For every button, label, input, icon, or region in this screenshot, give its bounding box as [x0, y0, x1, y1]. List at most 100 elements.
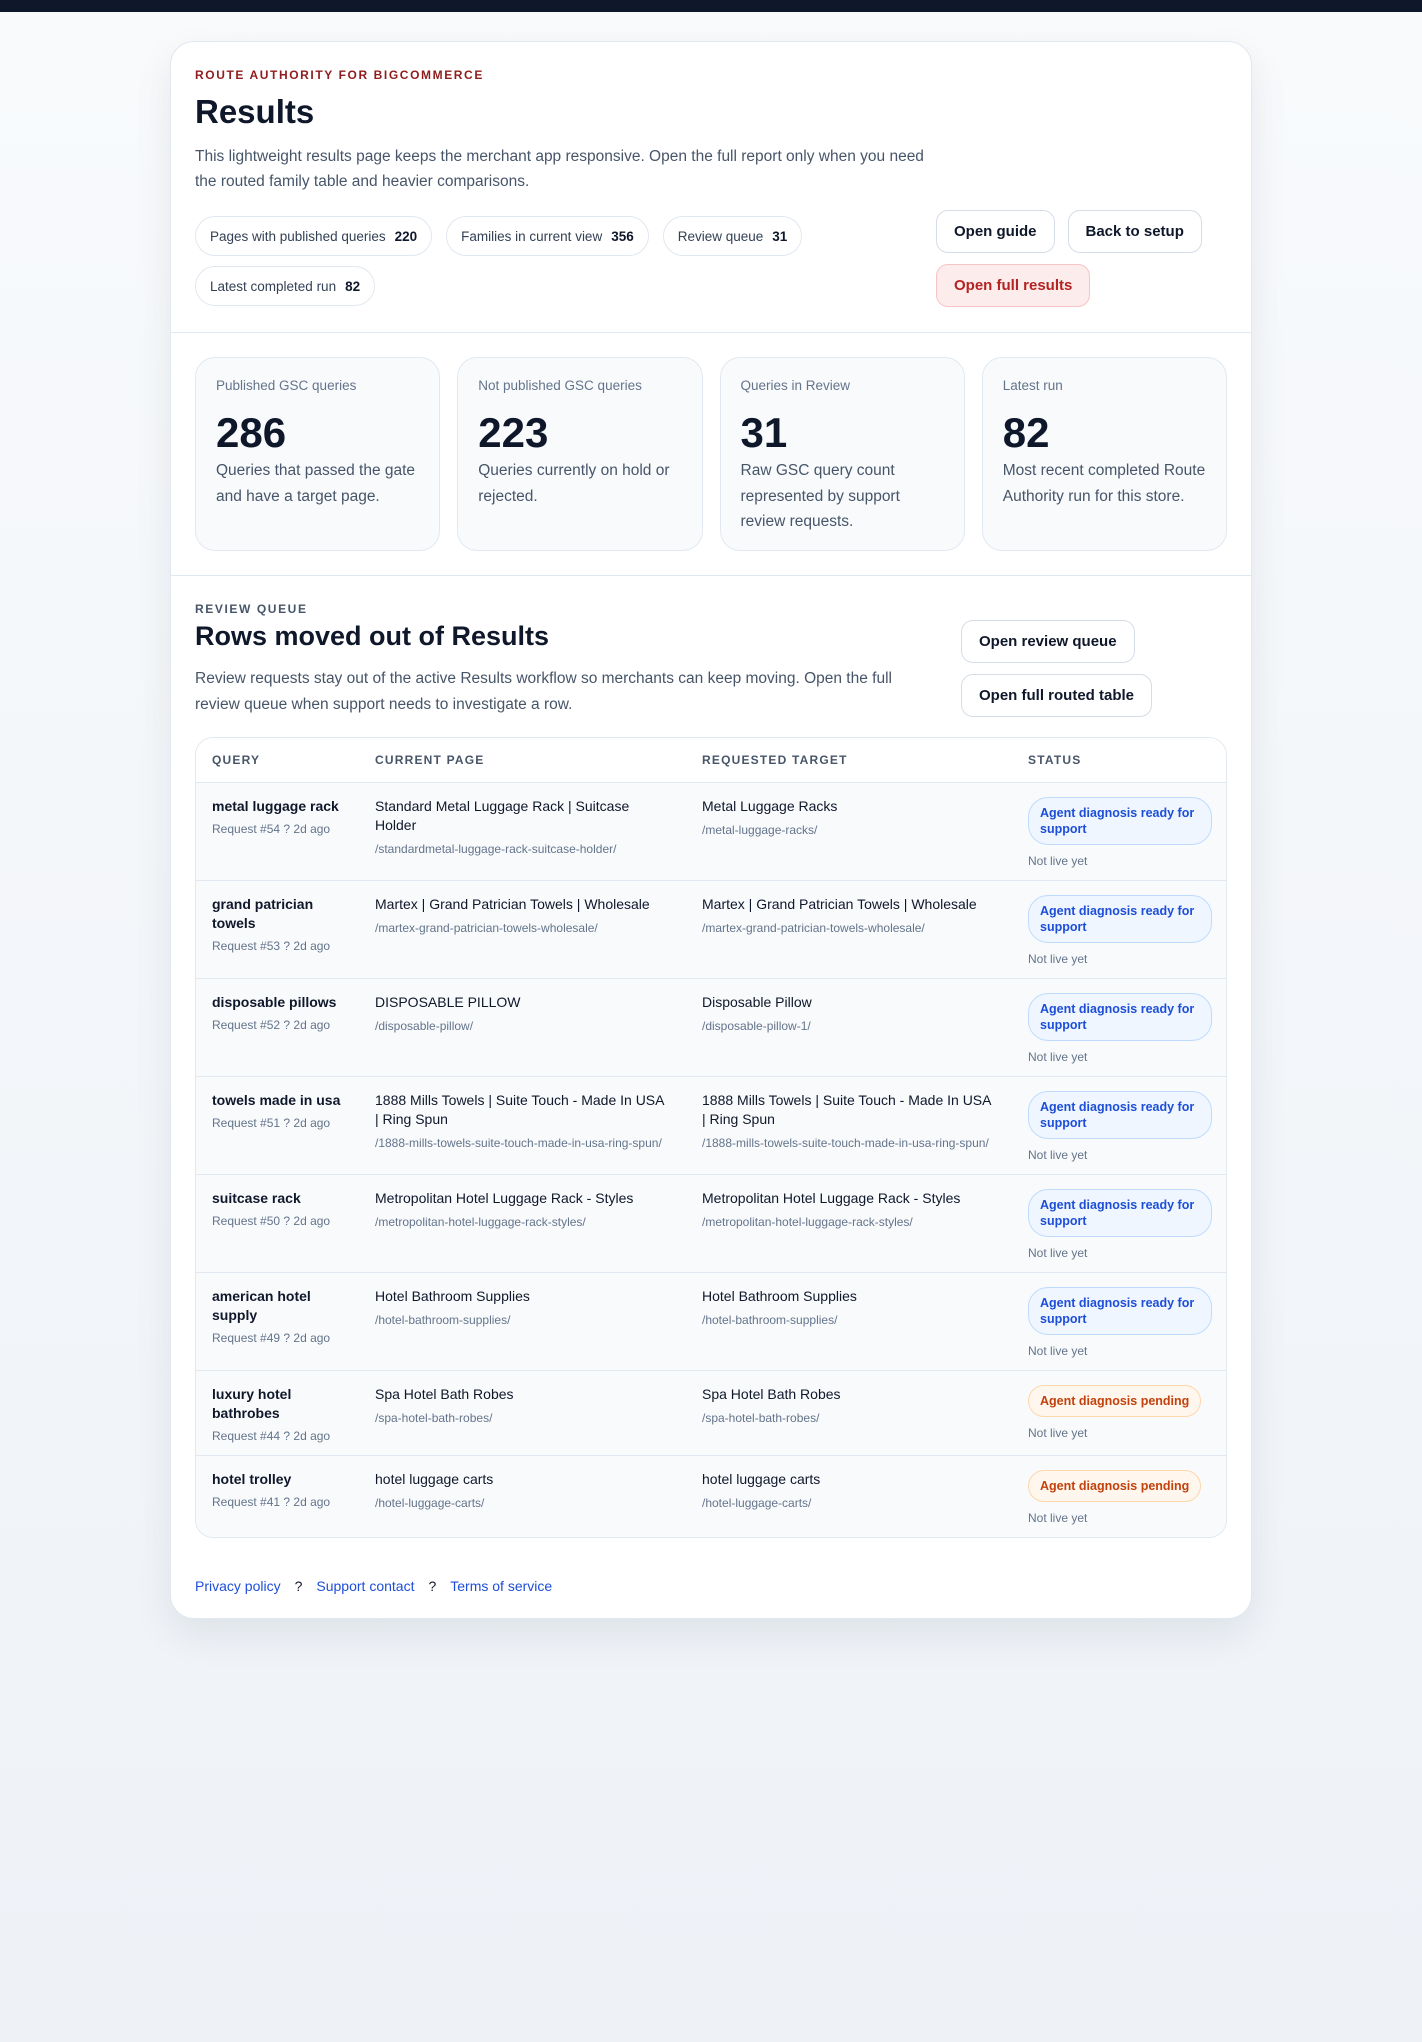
live-status: Not live yet	[1028, 1425, 1088, 1440]
stat-label: Queries in Review	[740, 378, 851, 393]
status-badge: Agent diagnosis pending	[1028, 1469, 1202, 1502]
query-text: grand patrician towels	[212, 895, 314, 931]
target-page-title: Martex | Grand Patrician Towels | Wholes…	[702, 895, 977, 912]
review-description: Review requests stay out of the active R…	[195, 670, 892, 713]
table-row[interactable]: grand patrician towels Request #53 ? 2d a…	[196, 880, 1226, 979]
current-page-title: Hotel Bathroom Supplies	[375, 1287, 530, 1304]
request-meta: Request #49 ? 2d ago	[212, 1330, 331, 1345]
query-text: suitcase rack	[212, 1189, 301, 1206]
target-page-title: Metropolitan Hotel Luggage Rack - Styles	[702, 1189, 961, 1206]
target-page-url: /martex-grand-patrician-towels-wholesale…	[702, 920, 925, 935]
query-text: american hotel supply	[212, 1287, 311, 1323]
target-page-url: /metropolitan-hotel-luggage-rack-styles/	[702, 1214, 913, 1229]
request-meta: Request #52 ? 2d ago	[212, 1017, 331, 1032]
table-row[interactable]: luxury hotel bathrobes Request #44 ? 2d a…	[196, 1370, 1226, 1456]
summary-chips: Pages with published queries 220 Familie…	[195, 216, 895, 306]
footer-links: Privacy policy ? Support contact ? Terms…	[171, 1562, 1251, 1618]
target-page-url: /hotel-bathroom-supplies/	[702, 1312, 838, 1327]
terms-of-service-link[interactable]: Terms of service	[450, 1578, 552, 1594]
chip-label: Latest completed run	[210, 278, 337, 294]
stats-row: Published GSC queries 286 Queries that p…	[171, 333, 1251, 576]
current-page-url: /hotel-luggage-carts/	[375, 1495, 485, 1510]
query-text: luxury hotel bathrobes	[212, 1385, 292, 1421]
live-status: Not live yet	[1028, 1147, 1088, 1162]
stat-value: 223	[478, 409, 549, 456]
chip-label: Families in current view	[461, 228, 603, 244]
current-page-url: /standardmetal-luggage-rack-suitcase-hol…	[375, 841, 617, 856]
current-page-url: /disposable-pillow/	[375, 1018, 474, 1033]
query-text: hotel trolley	[212, 1470, 292, 1487]
live-status: Not live yet	[1028, 951, 1088, 966]
current-page-title: DISPOSABLE PILLOW	[375, 993, 521, 1010]
page-title: Results	[195, 93, 315, 130]
top-bar	[0, 0, 1422, 12]
live-status: Not live yet	[1028, 1510, 1088, 1525]
request-meta: Request #54 ? 2d ago	[212, 821, 331, 836]
status-badge: Agent diagnosis ready for support	[1028, 992, 1212, 1041]
stat-card-published: Published GSC queries 286 Queries that p…	[195, 357, 441, 551]
current-page-url: /spa-hotel-bath-robes/	[375, 1410, 493, 1425]
target-page-title: Metal Luggage Racks	[702, 797, 838, 814]
stat-description: Queries currently on hold or rejected.	[478, 462, 670, 505]
open-full-results-button[interactable]: Open full results	[936, 264, 1091, 307]
open-review-queue-button[interactable]: Open review queue	[961, 620, 1135, 663]
query-text: metal luggage rack	[212, 797, 339, 814]
stat-card-in-review: Queries in Review 31 Raw GSC query count…	[719, 357, 965, 551]
stat-description: Raw GSC query count represented by suppo…	[740, 462, 900, 530]
footer-separator: ?	[428, 1577, 437, 1594]
column-header-current-page: CURRENT PAGE	[359, 738, 686, 783]
status-badge: Agent diagnosis ready for support	[1028, 1188, 1212, 1237]
query-text: disposable pillows	[212, 993, 337, 1010]
column-header-requested-target: REQUESTED TARGET	[686, 738, 1012, 783]
back-to-setup-button[interactable]: Back to setup	[1067, 210, 1202, 253]
open-guide-button[interactable]: Open guide	[936, 210, 1055, 253]
stat-card-not-published: Not published GSC queries 223 Queries cu…	[457, 357, 703, 551]
request-meta: Request #44 ? 2d ago	[212, 1428, 331, 1443]
chip-families-in-current-view: Families in current view 356	[446, 216, 649, 256]
table-row[interactable]: american hotel supply Request #49 ? 2d ag…	[196, 1272, 1226, 1371]
status-badge: Agent diagnosis ready for support	[1028, 1090, 1212, 1139]
results-header: ROUTE AUTHORITY FOR BIGCOMMERCE Results …	[171, 42, 1251, 333]
stat-label: Not published GSC queries	[478, 378, 642, 393]
target-page-title: 1888 Mills Towels | Suite Touch - Made I…	[702, 1091, 991, 1127]
open-full-routed-table-button[interactable]: Open full routed table	[961, 674, 1153, 717]
stat-label: Latest run	[1002, 378, 1063, 393]
target-page-title: Disposable Pillow	[702, 993, 812, 1010]
current-page-url: /martex-grand-patrician-towels-wholesale…	[375, 920, 598, 935]
target-page-title: hotel luggage carts	[702, 1470, 821, 1487]
app-eyebrow: ROUTE AUTHORITY FOR BIGCOMMERCE	[195, 68, 484, 82]
chip-review-queue: Review queue 31	[662, 216, 803, 256]
page-description: This lightweight results page keeps the …	[195, 148, 924, 191]
chip-value: 220	[394, 228, 418, 244]
column-header-query: QUERY	[196, 738, 359, 783]
live-status: Not live yet	[1028, 1245, 1088, 1260]
table-row[interactable]: hotel trolley Request #41 ? 2d ago hotel …	[196, 1455, 1226, 1537]
table-row[interactable]: towels made in usa Request #51 ? 2d ago 1…	[196, 1076, 1226, 1175]
current-page-title: Standard Metal Luggage Rack | Suitcase H…	[375, 797, 630, 833]
target-page-url: /1888-mills-towels-suite-touch-made-in-u…	[702, 1135, 989, 1150]
table-row[interactable]: disposable pillows Request #52 ? 2d ago D…	[196, 978, 1226, 1077]
privacy-policy-link[interactable]: Privacy policy	[195, 1578, 281, 1594]
footer-separator: ?	[294, 1577, 303, 1594]
chip-value: 82	[345, 278, 361, 294]
chip-value: 356	[611, 228, 634, 244]
status-badge: Agent diagnosis ready for support	[1028, 796, 1212, 845]
current-page-title: Spa Hotel Bath Robes	[375, 1385, 514, 1402]
current-page-url: /metropolitan-hotel-luggage-rack-styles/	[375, 1214, 586, 1229]
target-page-title: Hotel Bathroom Supplies	[702, 1287, 857, 1304]
support-contact-link[interactable]: Support contact	[316, 1578, 414, 1594]
review-table: QUERY CURRENT PAGE REQUESTED TARGET STAT…	[195, 737, 1227, 1538]
current-page-title: Martex | Grand Patrician Towels | Wholes…	[375, 895, 650, 912]
target-page-title: Spa Hotel Bath Robes	[702, 1385, 841, 1402]
table-row[interactable]: suitcase rack Request #50 ? 2d ago Metrop…	[196, 1174, 1226, 1273]
review-actions: Open review queue Open full routed table	[961, 620, 1153, 717]
table-row[interactable]: metal luggage rack Request #54 ? 2d ago S…	[196, 782, 1226, 881]
target-page-url: /metal-luggage-racks/	[702, 822, 818, 837]
header-actions: Open guide Back to setup Open full resul…	[936, 210, 1236, 307]
status-badge: Agent diagnosis ready for support	[1028, 894, 1212, 943]
chip-value: 31	[772, 228, 788, 244]
current-page-title: hotel luggage carts	[375, 1470, 494, 1487]
stat-description: Queries that passed the gate and have a …	[216, 462, 416, 505]
current-page-url: /1888-mills-towels-suite-touch-made-in-u…	[375, 1135, 662, 1150]
target-page-url: /spa-hotel-bath-robes/	[702, 1410, 820, 1425]
